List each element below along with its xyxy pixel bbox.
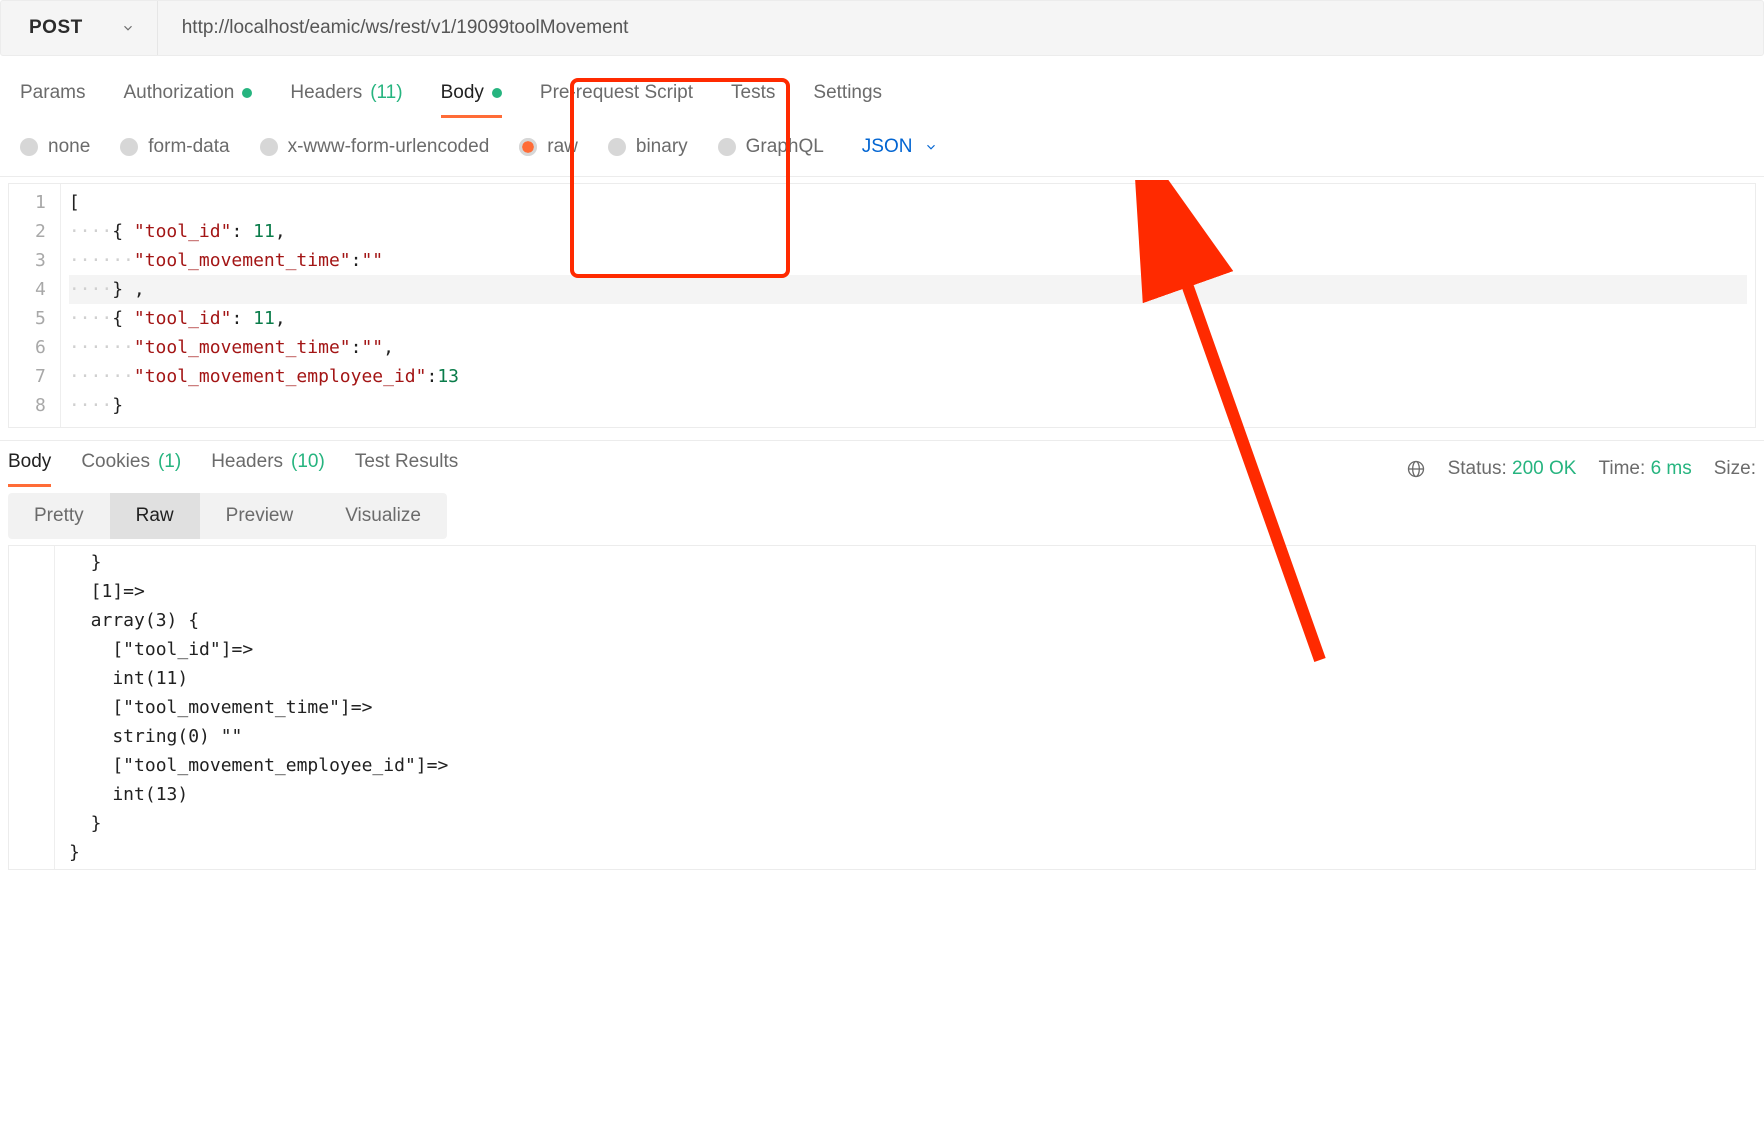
tab-authorization[interactable]: Authorization [123,82,252,118]
response-view-mode-row: Pretty Raw Preview Visualize [0,487,1764,545]
response-raw-text: } [1]=> array(3) { ["tool_id"]=> int(11)… [55,546,462,869]
size-label: Size: [1714,458,1756,480]
view-mode-raw[interactable]: Raw [110,493,200,539]
view-mode-pretty[interactable]: Pretty [8,493,110,539]
body-type-graphql[interactable]: GraphQL [718,136,824,158]
request-body-editor[interactable]: 123456789 [ ····{ "tool_id": 11, ······"… [8,183,1756,428]
body-type-binary[interactable]: binary [608,136,688,158]
body-type-none[interactable]: none [20,136,90,158]
tab-tests[interactable]: Tests [731,82,775,118]
radio-icon [260,138,278,156]
resp-tab-test-results[interactable]: Test Results [355,451,458,487]
radio-icon [120,138,138,156]
status-dot-icon [492,88,502,98]
raw-format-select[interactable]: JSON [862,136,939,158]
time-label: Time: 6 ms [1598,458,1691,480]
view-mode-preview[interactable]: Preview [200,493,320,539]
resp-tab-headers[interactable]: Headers (10) [211,451,325,487]
http-method-value: POST [29,17,83,39]
status-label: Status: 200 OK [1448,458,1577,480]
request-url-bar: POST [0,0,1764,56]
chevron-down-icon [924,140,938,154]
request-tab-row: Params Authorization Headers (11) Body P… [0,64,1764,118]
tab-params[interactable]: Params [20,82,85,118]
body-type-row: none form-data x-www-form-urlencoded raw… [0,118,1764,177]
tab-settings[interactable]: Settings [813,82,882,118]
url-input[interactable] [158,1,1763,55]
resp-tab-body[interactable]: Body [8,451,51,487]
body-type-form-data[interactable]: form-data [120,136,229,158]
editor-code[interactable]: [ ····{ "tool_id": 11, ······"tool_movem… [61,184,1755,427]
radio-icon [718,138,736,156]
response-gutter [9,546,55,869]
editor-gutter: 123456789 [9,184,61,427]
radio-icon [20,138,38,156]
status-dot-icon [242,88,252,98]
tab-pre-request-script[interactable]: Pre-request Script [540,82,693,118]
body-type-x-www-form-urlencoded[interactable]: x-www-form-urlencoded [260,136,490,158]
tab-body[interactable]: Body [441,82,502,118]
response-tab-row: Body Cookies (1) Headers (10) Test Resul… [0,440,1764,487]
tab-headers[interactable]: Headers (11) [290,82,402,118]
globe-icon[interactable] [1406,459,1426,479]
radio-selected-icon [519,138,537,156]
response-body[interactable]: } [1]=> array(3) { ["tool_id"]=> int(11)… [8,545,1756,870]
view-mode-visualize[interactable]: Visualize [319,493,447,539]
resp-tab-cookies[interactable]: Cookies (1) [81,451,181,487]
http-method-select[interactable]: POST [1,1,158,55]
body-type-raw[interactable]: raw [519,136,578,158]
chevron-down-icon [121,21,135,35]
radio-icon [608,138,626,156]
response-meta: Status: 200 OK Time: 6 ms Size: [1406,458,1756,480]
